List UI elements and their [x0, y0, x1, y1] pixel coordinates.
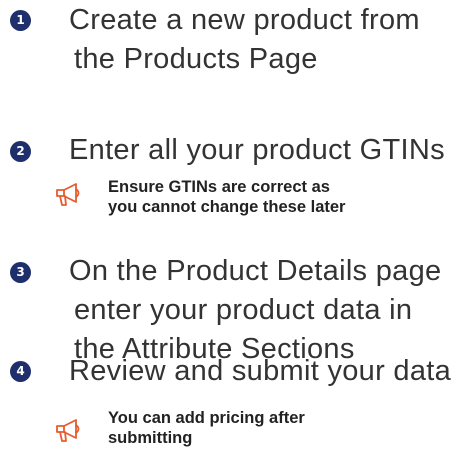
step-text-line: Enter all your product GTINs [69, 134, 445, 166]
step-text-line: the Products Page [74, 43, 318, 75]
megaphone-icon [56, 419, 80, 442]
step-text: Review and submit your data [69, 352, 451, 391]
step-number-badge: 2 [10, 141, 31, 162]
note-text-line: You can add pricing after [108, 409, 305, 427]
step-text-line: On the Product Details page [69, 255, 442, 287]
step-number-badge: 3 [10, 262, 31, 283]
note-text-line: Ensure GTINs are correct as [108, 178, 330, 196]
step-text: Create a new product from the Products P… [69, 1, 420, 79]
note-text: Ensure GTINs are correct as you cannot c… [108, 177, 345, 217]
note-text: You can add pricing after submitting [108, 408, 305, 448]
megaphone-icon [56, 183, 80, 206]
step-number-badge: 4 [10, 361, 31, 382]
note-text-line: submitting [108, 429, 193, 447]
step-text: Enter all your product GTINs [69, 131, 445, 170]
step-text-line: enter your product data in [74, 294, 413, 326]
step-text-line: Create a new product from [69, 4, 420, 36]
step-text-line: Review and submit your data [69, 355, 452, 387]
note-text-line: you cannot change these later [108, 198, 346, 216]
step-number-badge: 1 [10, 10, 31, 31]
